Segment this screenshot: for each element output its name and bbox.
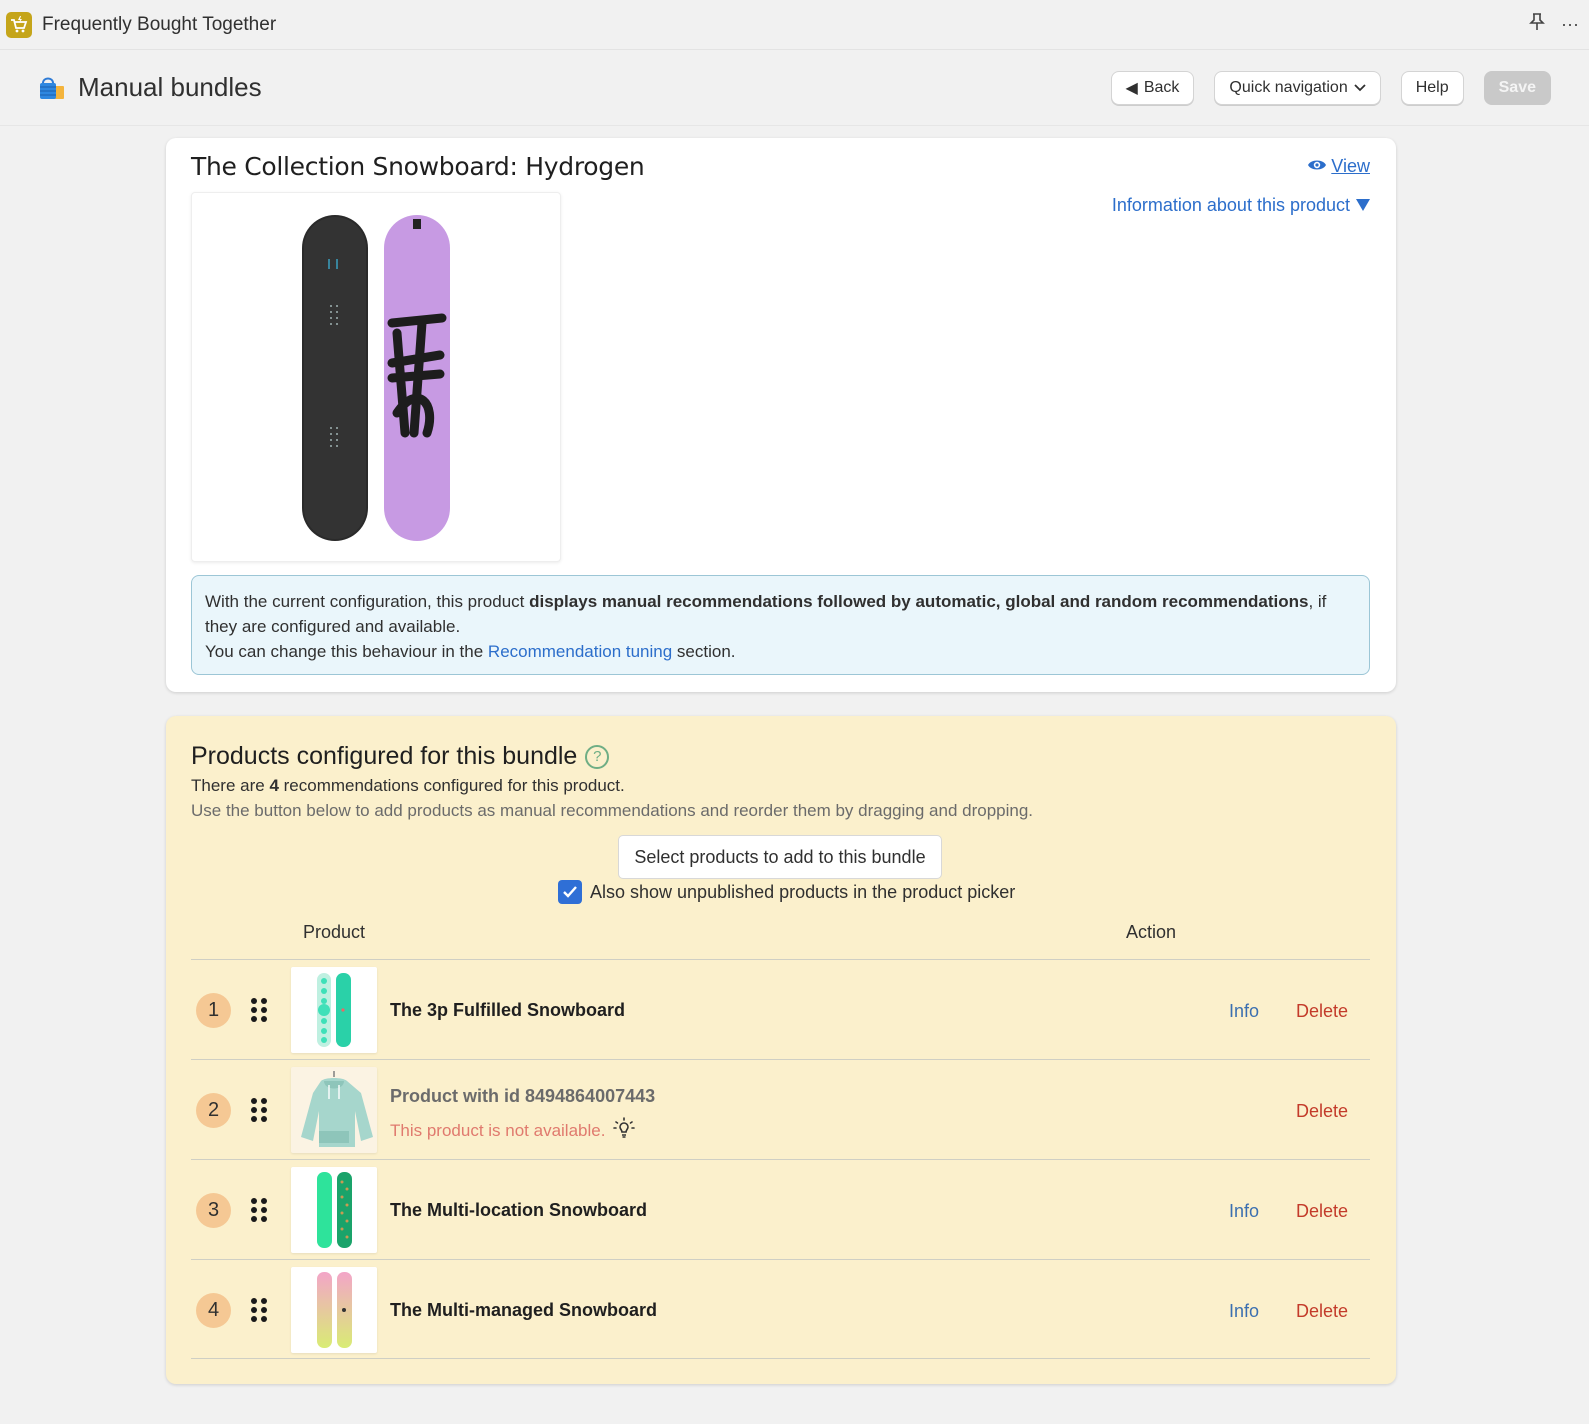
notice-line2-text: You can change this behaviour in the	[205, 642, 488, 661]
unavailable-warning: This product is not available.	[390, 1115, 637, 1146]
bundle-instructions: Use the button below to add products as …	[191, 801, 1034, 820]
column-header-action: Action	[1126, 922, 1177, 942]
count-value: 4	[269, 776, 279, 795]
notice-bold-text: displays manual recommendations followed…	[529, 592, 1309, 611]
notice-text: With the current configuration, this pro…	[205, 592, 530, 611]
product-info-toggle[interactable]: Information about this product	[1112, 195, 1370, 216]
help-button[interactable]: Help	[1400, 70, 1464, 105]
more-icon[interactable]: ···	[1561, 14, 1579, 35]
position-badge: 3	[196, 1193, 231, 1228]
select-products-button[interactable]: Select products to add to this bundle	[618, 835, 942, 879]
back-button[interactable]: ◀ Back	[1110, 70, 1195, 105]
product-name: The 3p Fulfilled Snowboard	[390, 1000, 626, 1020]
product-thumbnail	[291, 1267, 377, 1353]
notice-line2-end: section.	[672, 642, 736, 661]
table-row[interactable]: 2 Product with id 8494864007443 This pro…	[191, 1059, 1370, 1159]
position-badge: 2	[196, 1093, 231, 1128]
recommendation-tuning-link[interactable]: Recommendation tuning	[488, 642, 672, 661]
help-icon[interactable]: ?	[585, 744, 610, 769]
unpublished-products-label: Also show unpublished products in the pr…	[590, 881, 1016, 902]
pin-icon[interactable]	[1529, 12, 1545, 37]
product-info-label: Information about this product	[1111, 195, 1350, 215]
table-row[interactable]: 3 The Multi-location Snowboard Info Dele…	[191, 1159, 1370, 1259]
table-row[interactable]: 1 The 3p Fulfilled Snowboard Info Delete	[191, 959, 1370, 1059]
bundle-products-table: 1 The 3p Fulfilled Snowboard Info Delete…	[191, 959, 1370, 1359]
bundle-section-title: Products configured for this bundle ?	[191, 742, 610, 771]
unavailable-text: This product is not available.	[390, 1120, 606, 1140]
table-row[interactable]: 4 The Multi-managed Snowboard Info Delet…	[191, 1259, 1370, 1359]
app-title: Frequently Bought Together	[42, 13, 277, 35]
configuration-notice: With the current configuration, this pro…	[191, 575, 1370, 675]
delete-link[interactable]: Delete	[1296, 1101, 1348, 1122]
product-thumbnail	[291, 1167, 377, 1253]
product-title: The Collection Snowboard: Hydrogen	[191, 152, 645, 181]
delete-link[interactable]: Delete	[1296, 1201, 1348, 1222]
product-thumbnail	[291, 1067, 377, 1153]
quick-navigation-button[interactable]: Quick navigation	[1214, 70, 1381, 105]
drag-handle-icon[interactable]	[251, 1098, 271, 1122]
drag-handle-icon[interactable]	[251, 1198, 271, 1222]
quick-navigation-label: Quick navigation	[1229, 78, 1348, 96]
chevron-down-icon	[1354, 79, 1366, 97]
lightbulb-icon[interactable]	[611, 1115, 637, 1146]
back-label: Back	[1143, 78, 1180, 96]
column-header-product: Product	[303, 922, 366, 942]
position-badge: 4	[196, 1293, 231, 1328]
product-name: The Multi-managed Snowboard	[390, 1300, 658, 1320]
info-link[interactable]: Info	[1229, 1201, 1259, 1222]
bundle-title-text: Products configured for this bundle	[191, 742, 578, 770]
bundle-card: Products configured for this bundle ? Th…	[166, 716, 1396, 1384]
unpublished-products-checkbox[interactable]	[558, 880, 582, 904]
page-title: Manual bundles	[78, 72, 262, 102]
triangle-down-icon	[1356, 195, 1370, 216]
view-link[interactable]: View	[1307, 156, 1370, 177]
count-pre: There are	[191, 776, 270, 795]
product-card: The Collection Snowboard: Hydrogen View …	[166, 138, 1396, 692]
product-thumbnail	[291, 967, 377, 1053]
shopping-bag-icon	[38, 74, 66, 102]
delete-link[interactable]: Delete	[1296, 1001, 1348, 1022]
recommendation-count: There are 4 recommendations configured f…	[191, 776, 625, 796]
save-button[interactable]: Save	[1483, 70, 1551, 105]
drag-handle-icon[interactable]	[251, 1298, 271, 1322]
app-logo-icon	[6, 11, 32, 38]
info-link[interactable]: Info	[1229, 1001, 1259, 1022]
page-header: Manual bundles ◀ Back Quick navigation H…	[0, 50, 1589, 126]
product-image	[191, 192, 561, 562]
view-label: View	[1331, 156, 1370, 176]
count-post: recommendations configured for this prod…	[278, 776, 625, 795]
back-arrow-icon: ◀	[1125, 79, 1138, 97]
info-link[interactable]: Info	[1229, 1301, 1259, 1322]
position-badge: 1	[196, 993, 231, 1028]
eye-icon	[1307, 156, 1327, 177]
drag-handle-icon[interactable]	[251, 998, 271, 1022]
delete-link[interactable]: Delete	[1296, 1301, 1348, 1322]
app-bar: Frequently Bought Together ···	[0, 0, 1589, 50]
product-name: The Multi-location Snowboard	[390, 1200, 647, 1220]
unpublished-products-option[interactable]: Also show unpublished products in the pr…	[558, 880, 1015, 904]
product-name: Product with id 8494864007443	[390, 1086, 656, 1106]
